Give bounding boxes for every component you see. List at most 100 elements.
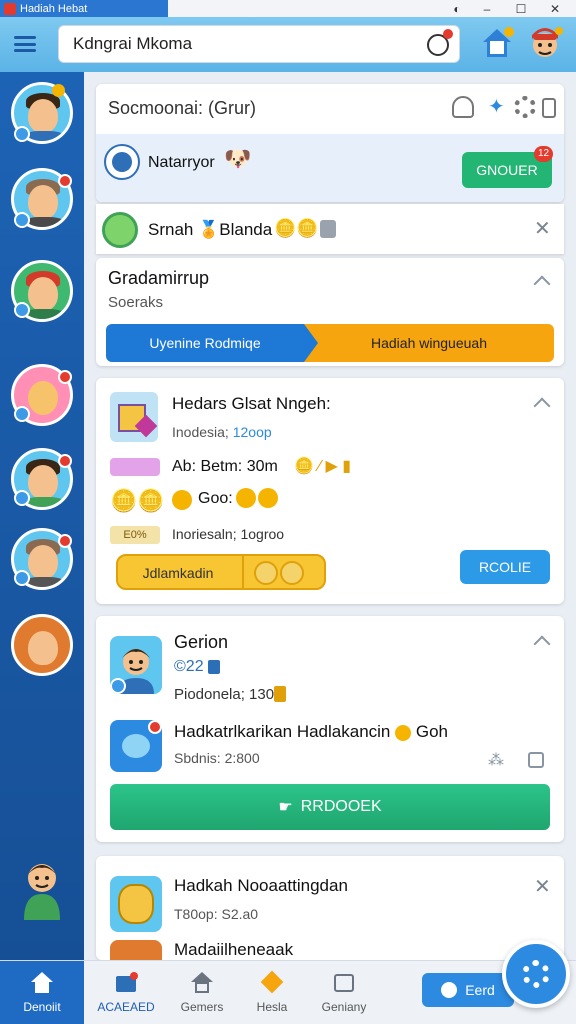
nav-games-label: Gemers: [180, 1000, 224, 1014]
collapse-chevron-icon[interactable]: [533, 635, 551, 653]
step-left[interactable]: Uyenine Rodmiqe: [106, 324, 304, 362]
coin-icon: [254, 561, 278, 585]
offer-meta2: Inoriesaln; 1ogroo: [172, 526, 285, 542]
window-tab[interactable]: Hadiah Hebat: [0, 0, 168, 17]
item-icon: [110, 720, 162, 772]
close-icon[interactable]: ✕: [534, 874, 551, 899]
hand-icon: ☛: [278, 799, 293, 816]
nav-academy-label: ACAEAED: [97, 1000, 155, 1014]
profile-meta: Piodonela; 1300: [174, 686, 283, 703]
send-pill-button[interactable]: Eerd: [422, 973, 514, 1007]
settings-fab[interactable]: [502, 940, 570, 1008]
coins-icon: 🪙🪙: [110, 488, 165, 513]
nav-company[interactable]: Geniany: [302, 961, 386, 1024]
nav-academy[interactable]: ACAEAED: [84, 961, 168, 1024]
mascot-avatar[interactable]: [18, 854, 66, 920]
home-icon[interactable]: [480, 25, 514, 61]
lock-icon[interactable]: [542, 98, 556, 118]
company-icon: [332, 972, 356, 994]
coin-badge-icon: [102, 212, 138, 248]
maximize-button[interactable]: ☐: [506, 0, 536, 17]
action-button[interactable]: ☛ RRDOOEK: [110, 784, 550, 830]
ghost-icon: ◐: [453, 1, 461, 16]
profile-id-row: ©22: [174, 658, 221, 676]
offer-meta-prefix: Inodesia;: [172, 424, 229, 440]
offer-line1: Ab: Betm: 30m: [172, 458, 278, 475]
coins-pair-icon: [236, 488, 280, 510]
discount-chip: E0%: [110, 526, 160, 544]
collapse-chevron-icon[interactable]: [533, 275, 551, 293]
check-badge-icon: [14, 126, 30, 142]
group-subtitle: Soeraks: [108, 294, 164, 311]
friends-sidebar: [0, 72, 84, 960]
claim-label: Jdlamkadin: [142, 565, 214, 581]
nav-home[interactable]: Denoiit: [0, 961, 84, 1024]
title-bar: Hadiah Hebat ◐ – ☐ ✕: [0, 0, 576, 17]
menu-icon[interactable]: [12, 33, 38, 55]
gear-icon: [522, 960, 550, 988]
collapse-chevron-icon[interactable]: [533, 397, 551, 415]
search-input[interactable]: Kdngrai Mkoma: [58, 25, 460, 63]
ticket-icon: [260, 970, 284, 994]
rcolie-button[interactable]: RCOLIE: [460, 550, 550, 584]
lock-icon[interactable]: [528, 752, 544, 768]
group-title: Gradamirrup: [108, 268, 210, 288]
last-meta: T80op: S2.a0: [174, 906, 259, 922]
step-right[interactable]: Hadiah wingueuah: [304, 324, 554, 362]
notification-bell-icon[interactable]: [452, 96, 474, 118]
item-meta: Sbdnis: 2:800: [174, 750, 260, 766]
coin-icon: [52, 84, 65, 97]
bottom-navigation: Denoiit ACAEAED Gemers Hesla Geniany Eer…: [0, 960, 576, 1024]
academy-icon: [114, 972, 138, 994]
last-title: Hadkah Nooaattingdan: [174, 876, 348, 895]
coin-stack-icon: [274, 686, 286, 702]
banner-text: Srnah 🏅Blanda: [148, 220, 273, 239]
pet-icon: 🐶: [224, 146, 252, 171]
claim-bar[interactable]: Jdlamkadin: [116, 554, 326, 590]
share-icon[interactable]: ⁂: [488, 750, 504, 770]
profile-avatar[interactable]: [526, 23, 564, 63]
profile-name: Gerion: [174, 632, 229, 652]
panel-title: Socmoonai: (Grur): [108, 98, 257, 118]
id-icon: ©: [174, 658, 186, 675]
step-right-label: Hadiah wingueuah: [371, 335, 487, 351]
settings-gear-icon[interactable]: [514, 96, 536, 118]
facebook-icon[interactable]: [208, 659, 221, 674]
check-badge-icon: [14, 302, 30, 318]
close-window-button[interactable]: ✕: [540, 0, 570, 17]
close-icon[interactable]: ✕: [534, 216, 551, 241]
banner-row: Srnah 🏅Blanda 🪙🪙 ✕: [96, 204, 564, 254]
notification-badge-icon: [58, 534, 72, 548]
minimize-button[interactable]: –: [472, 0, 502, 17]
coin-icon: [172, 490, 192, 510]
profile-card: Gerion ©22 Piodonela; 1300 Hadkatrlkarik…: [96, 616, 564, 842]
check-badge-icon: [14, 490, 30, 506]
offer-meta: Inodesia; 12oop: [172, 424, 272, 440]
check-badge-icon: [14, 212, 30, 228]
nav-company-label: Geniany: [321, 1000, 367, 1014]
action-button-label: RRDOOEK: [300, 798, 382, 815]
sparkle-icon[interactable]: ✦: [488, 94, 505, 119]
check-badge-icon: [14, 570, 30, 586]
coin-icon: [395, 724, 412, 741]
send-icon: [441, 982, 458, 998]
offer-card: Hedars Glsat Nngeh: Inodesia; 12oop Ab: …: [96, 378, 564, 604]
group-card: Gradamirrup Soeraks Uyenine Rodmiqe Hadi…: [96, 258, 564, 366]
sidebar-avatar-7[interactable]: [11, 614, 73, 676]
tag-icon: [110, 458, 160, 476]
panel-card: Socmoonai: (Grur) ✦ Natarryor 🐶 GNOUER 1…: [96, 84, 564, 202]
step-arrow: [304, 324, 318, 362]
user-badge-icon: [104, 144, 140, 180]
user-row: Natarryor 🐶 GNOUER 12: [96, 134, 564, 202]
user-name: Natarryor: [148, 154, 215, 171]
offer-meta-link[interactable]: 12oop: [233, 424, 272, 440]
last-card: Hadkah Nooaattingdan ✕ T80op: S2.a0 Mada…: [96, 856, 564, 960]
coins-arrow-icon: 🪙 ⁄ ▶ ▮: [294, 458, 352, 475]
offer-line2: Goo:: [198, 490, 233, 507]
games-icon: [190, 972, 214, 994]
search-value: Kdngrai Mkoma: [73, 34, 193, 53]
item-title: Hadkatrlkarikan Hadlakancin: [174, 722, 391, 741]
notification-badge-icon: [58, 174, 72, 188]
check-badge-icon: [110, 678, 126, 694]
home-icon: [30, 972, 54, 994]
